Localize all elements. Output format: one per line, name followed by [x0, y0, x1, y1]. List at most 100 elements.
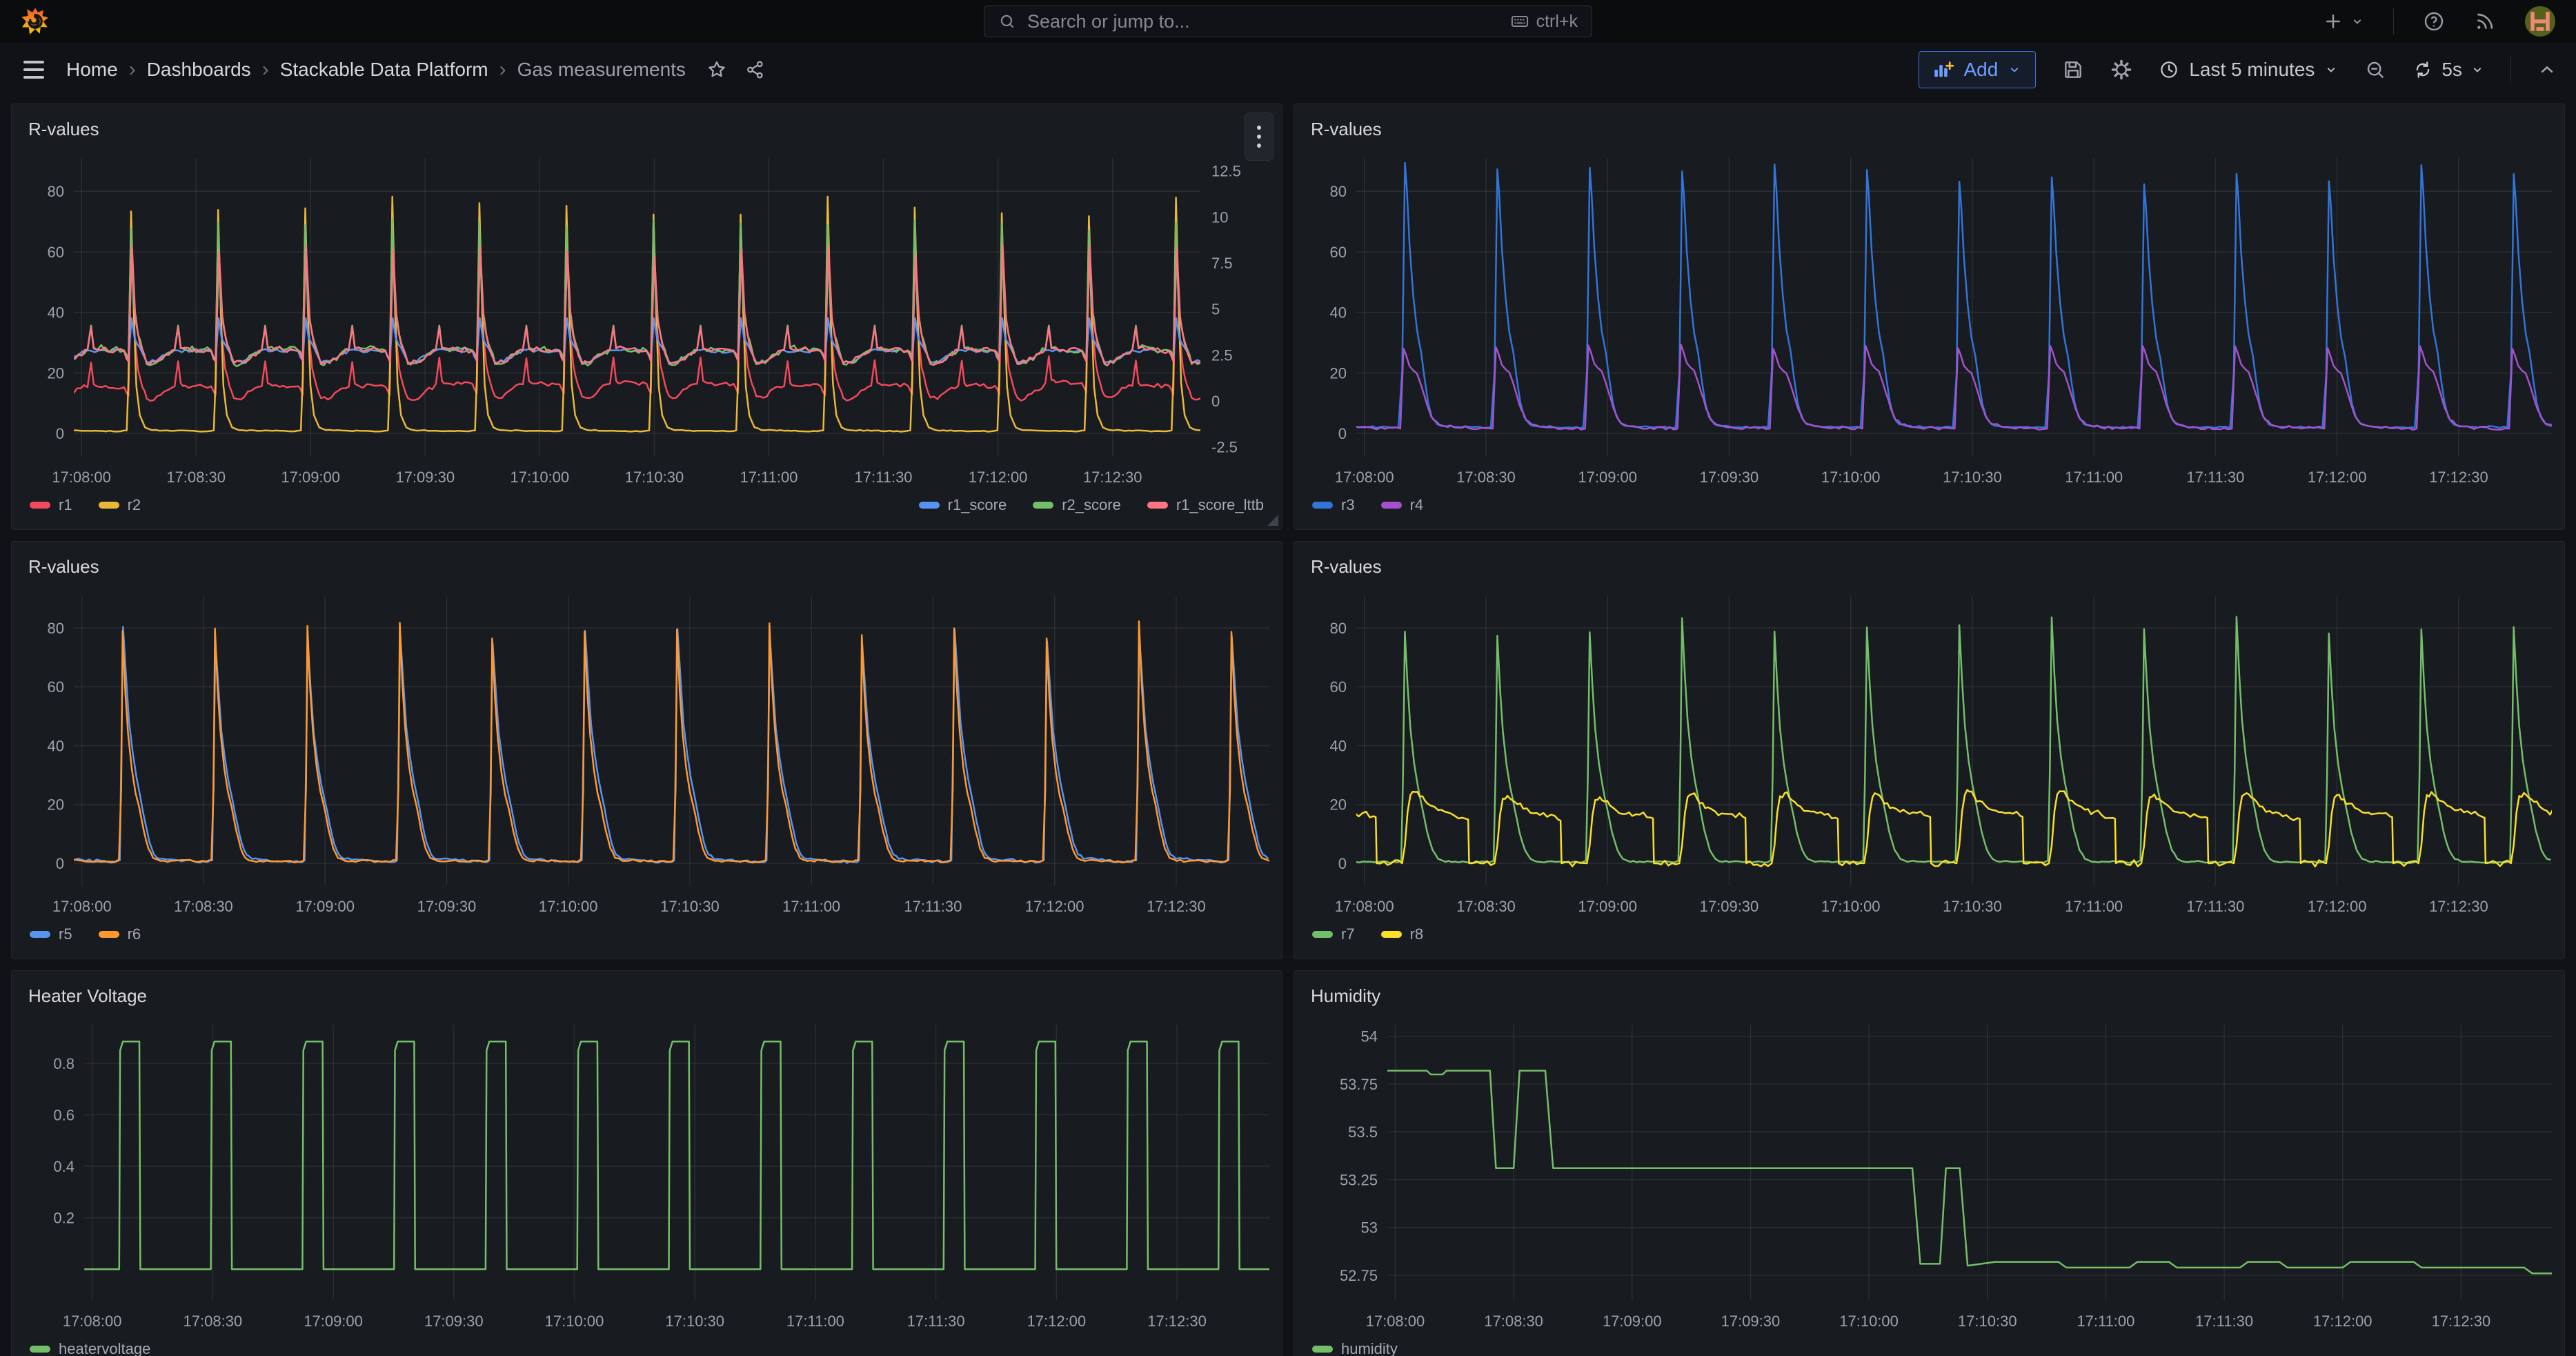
x-axis-tick-label: 17:08:00	[1335, 898, 1394, 915]
panel-title-bar[interactable]: R-values	[12, 104, 1282, 148]
x-axis-tick-label: 17:09:00	[1578, 469, 1637, 486]
search-shortcut: ctrl+k	[1510, 12, 1578, 32]
legend-label: humidity	[1341, 1340, 1398, 1356]
y-axis-tick-label: 53.25	[1340, 1171, 1378, 1188]
legend-item-r3[interactable]: r3	[1312, 496, 1355, 514]
right-y-axis-tick-label: 10	[1211, 208, 1228, 226]
x-axis-tick-label: 17:11:00	[782, 898, 840, 915]
panel-title-bar[interactable]: R-values	[1294, 542, 2564, 586]
panel-chart[interactable]: 02040608017:08:0017:08:3017:09:0017:09:3…	[12, 586, 1282, 923]
x-axis-tick-label: 17:11:00	[786, 1313, 844, 1330]
legend-item-r1_score[interactable]: r1_score	[919, 496, 1007, 514]
x-axis-tick-label: 17:12:30	[1147, 898, 1206, 915]
breadcrumb-home[interactable]: Home	[66, 59, 118, 81]
y-axis-tick-label: 53.5	[1348, 1123, 1378, 1141]
x-axis-tick-label: 17:12:30	[2432, 1313, 2491, 1330]
refresh-picker[interactable]: 5s	[2412, 59, 2484, 81]
legend-item-r7[interactable]: r7	[1312, 925, 1355, 943]
y-axis-tick-label: 0	[1338, 855, 1347, 872]
panel-chart[interactable]: 020406080-2.502.557.51012.517:08:0017:08…	[12, 148, 1282, 493]
legend-item-r2_score[interactable]: r2_score	[1033, 496, 1121, 514]
panel-chart[interactable]: 02040608017:08:0017:08:3017:09:0017:09:3…	[1294, 148, 2564, 493]
panel-title-bar[interactable]: Humidity	[1294, 971, 2564, 1015]
series-line-r1_score_lttb	[72, 245, 1200, 366]
user-avatar[interactable]	[2525, 6, 2555, 37]
add-panel-icon	[1933, 60, 1954, 79]
x-axis-tick-label: 17:10:30	[1943, 898, 2002, 915]
time-range-picker[interactable]: Last 5 minutes	[2159, 59, 2338, 81]
x-axis-tick-label: 17:11:30	[855, 469, 913, 486]
legend-label: r7	[1341, 925, 1355, 943]
legend-item-r6[interactable]: r6	[99, 925, 141, 943]
legend-item-heatervoltage[interactable]: heatervoltage	[30, 1340, 150, 1356]
x-axis-tick-label: 17:08:00	[52, 469, 111, 486]
panel-legend: r7 r8	[1294, 923, 2564, 959]
zoom-out-icon[interactable]	[2364, 59, 2386, 81]
y-axis-tick-label: 0.2	[53, 1210, 75, 1227]
legend-label: r8	[1410, 925, 1424, 943]
x-axis-tick-label: 17:10:00	[1821, 898, 1881, 915]
x-axis-tick-label: 17:12:00	[969, 469, 1028, 486]
legend-label: r6	[128, 925, 141, 943]
x-axis-tick-label: 17:10:30	[665, 1313, 724, 1330]
y-axis-tick-label: 0	[56, 855, 64, 872]
y-axis-tick-label: 52.75	[1340, 1267, 1378, 1284]
panel-resize-handle[interactable]	[1267, 515, 1278, 526]
panel-humidity: Humidity 52.755353.2553.553.755417:08:00…	[1294, 970, 2565, 1356]
panel-r-values-1: R-values 020406080-2.502.557.51012.517:0…	[11, 104, 1282, 530]
series-line-r8	[1355, 790, 2553, 867]
share-icon[interactable]	[745, 59, 766, 80]
y-axis-tick-label: 40	[48, 304, 64, 322]
legend-label: r2_score	[1062, 496, 1121, 514]
breadcrumb-dashboards[interactable]: Dashboards	[147, 59, 251, 81]
breadcrumb-folder[interactable]: Stackable Data Platform	[280, 59, 488, 81]
legend-label: r5	[59, 925, 72, 943]
panel-chart[interactable]: 52.755353.2553.553.755417:08:0017:08:301…	[1294, 1015, 2564, 1337]
news-rss-icon[interactable]	[2474, 10, 2496, 32]
panel-title-bar[interactable]: Heater Voltage	[12, 971, 1282, 1015]
panel-chart[interactable]: 0.20.40.60.817:08:0017:08:3017:09:0017:0…	[12, 1015, 1282, 1337]
breadcrumb-current: Gas measurements	[517, 59, 686, 81]
dashboard-grid: R-values 020406080-2.502.557.51012.517:0…	[0, 97, 2576, 1356]
legend-swatch	[30, 502, 50, 509]
panel-title: R-values	[1311, 119, 1382, 140]
right-y-axis-tick-label: 2.5	[1211, 346, 1233, 364]
help-icon[interactable]	[2423, 10, 2445, 32]
legend-item-humidity[interactable]: humidity	[1312, 1340, 1398, 1356]
legend-item-r1_score_lttb[interactable]: r1_score_lttb	[1147, 496, 1264, 514]
x-axis-tick-label: 17:09:30	[417, 898, 477, 915]
chart-svg: 02040608017:08:0017:08:3017:09:0017:09:3…	[12, 586, 1282, 923]
legend-item-r4[interactable]: r4	[1381, 496, 1424, 514]
save-dashboard-icon[interactable]	[2062, 59, 2084, 81]
panel-title-bar[interactable]: R-values	[1294, 104, 2564, 148]
favorite-star-icon[interactable]	[706, 59, 727, 80]
panel-legend: r1 r2 r1_score r2_score r1_score_lttb	[12, 493, 1282, 529]
x-axis-tick-label: 17:09:30	[1700, 898, 1759, 915]
legend-item-r8[interactable]: r8	[1381, 925, 1424, 943]
add-panel-button[interactable]: Add	[1919, 51, 2036, 88]
chart-svg: 020406080-2.502.557.51012.517:08:0017:08…	[12, 148, 1282, 493]
x-axis-tick-label: 17:12:00	[2313, 1313, 2372, 1330]
legend-item-r2[interactable]: r2	[99, 496, 141, 514]
legend-item-r1[interactable]: r1	[30, 496, 72, 514]
x-axis-tick-label: 17:09:30	[1721, 1313, 1781, 1330]
mega-menu-toggle[interactable]	[19, 57, 48, 83]
panel-chart[interactable]: 02040608017:08:0017:08:3017:09:0017:09:3…	[1294, 586, 2564, 923]
grafana-logo-icon[interactable]	[21, 7, 50, 36]
settings-gear-icon[interactable]	[2110, 59, 2132, 81]
series-line-r7	[1356, 617, 2550, 863]
x-axis-tick-label: 17:08:30	[174, 898, 233, 915]
new-menu-button[interactable]	[2323, 11, 2364, 32]
collapse-toolbar-icon[interactable]	[2537, 60, 2557, 79]
x-axis-tick-label: 17:10:30	[660, 898, 720, 915]
panel-title-bar[interactable]: R-values	[12, 542, 1282, 586]
right-y-axis-tick-label: 12.5	[1211, 163, 1241, 180]
right-y-axis-tick-label: 5	[1211, 301, 1220, 318]
global-search-box[interactable]: ctrl+k	[984, 6, 1592, 37]
legend-item-r5[interactable]: r5	[30, 925, 72, 943]
y-axis-tick-label: 53.75	[1340, 1076, 1378, 1093]
right-y-axis-tick-label: -2.5	[1211, 439, 1238, 456]
legend-swatch	[1312, 1346, 1333, 1353]
search-input[interactable]	[1027, 11, 1499, 32]
panel-menu-icon[interactable]	[1245, 112, 1274, 161]
